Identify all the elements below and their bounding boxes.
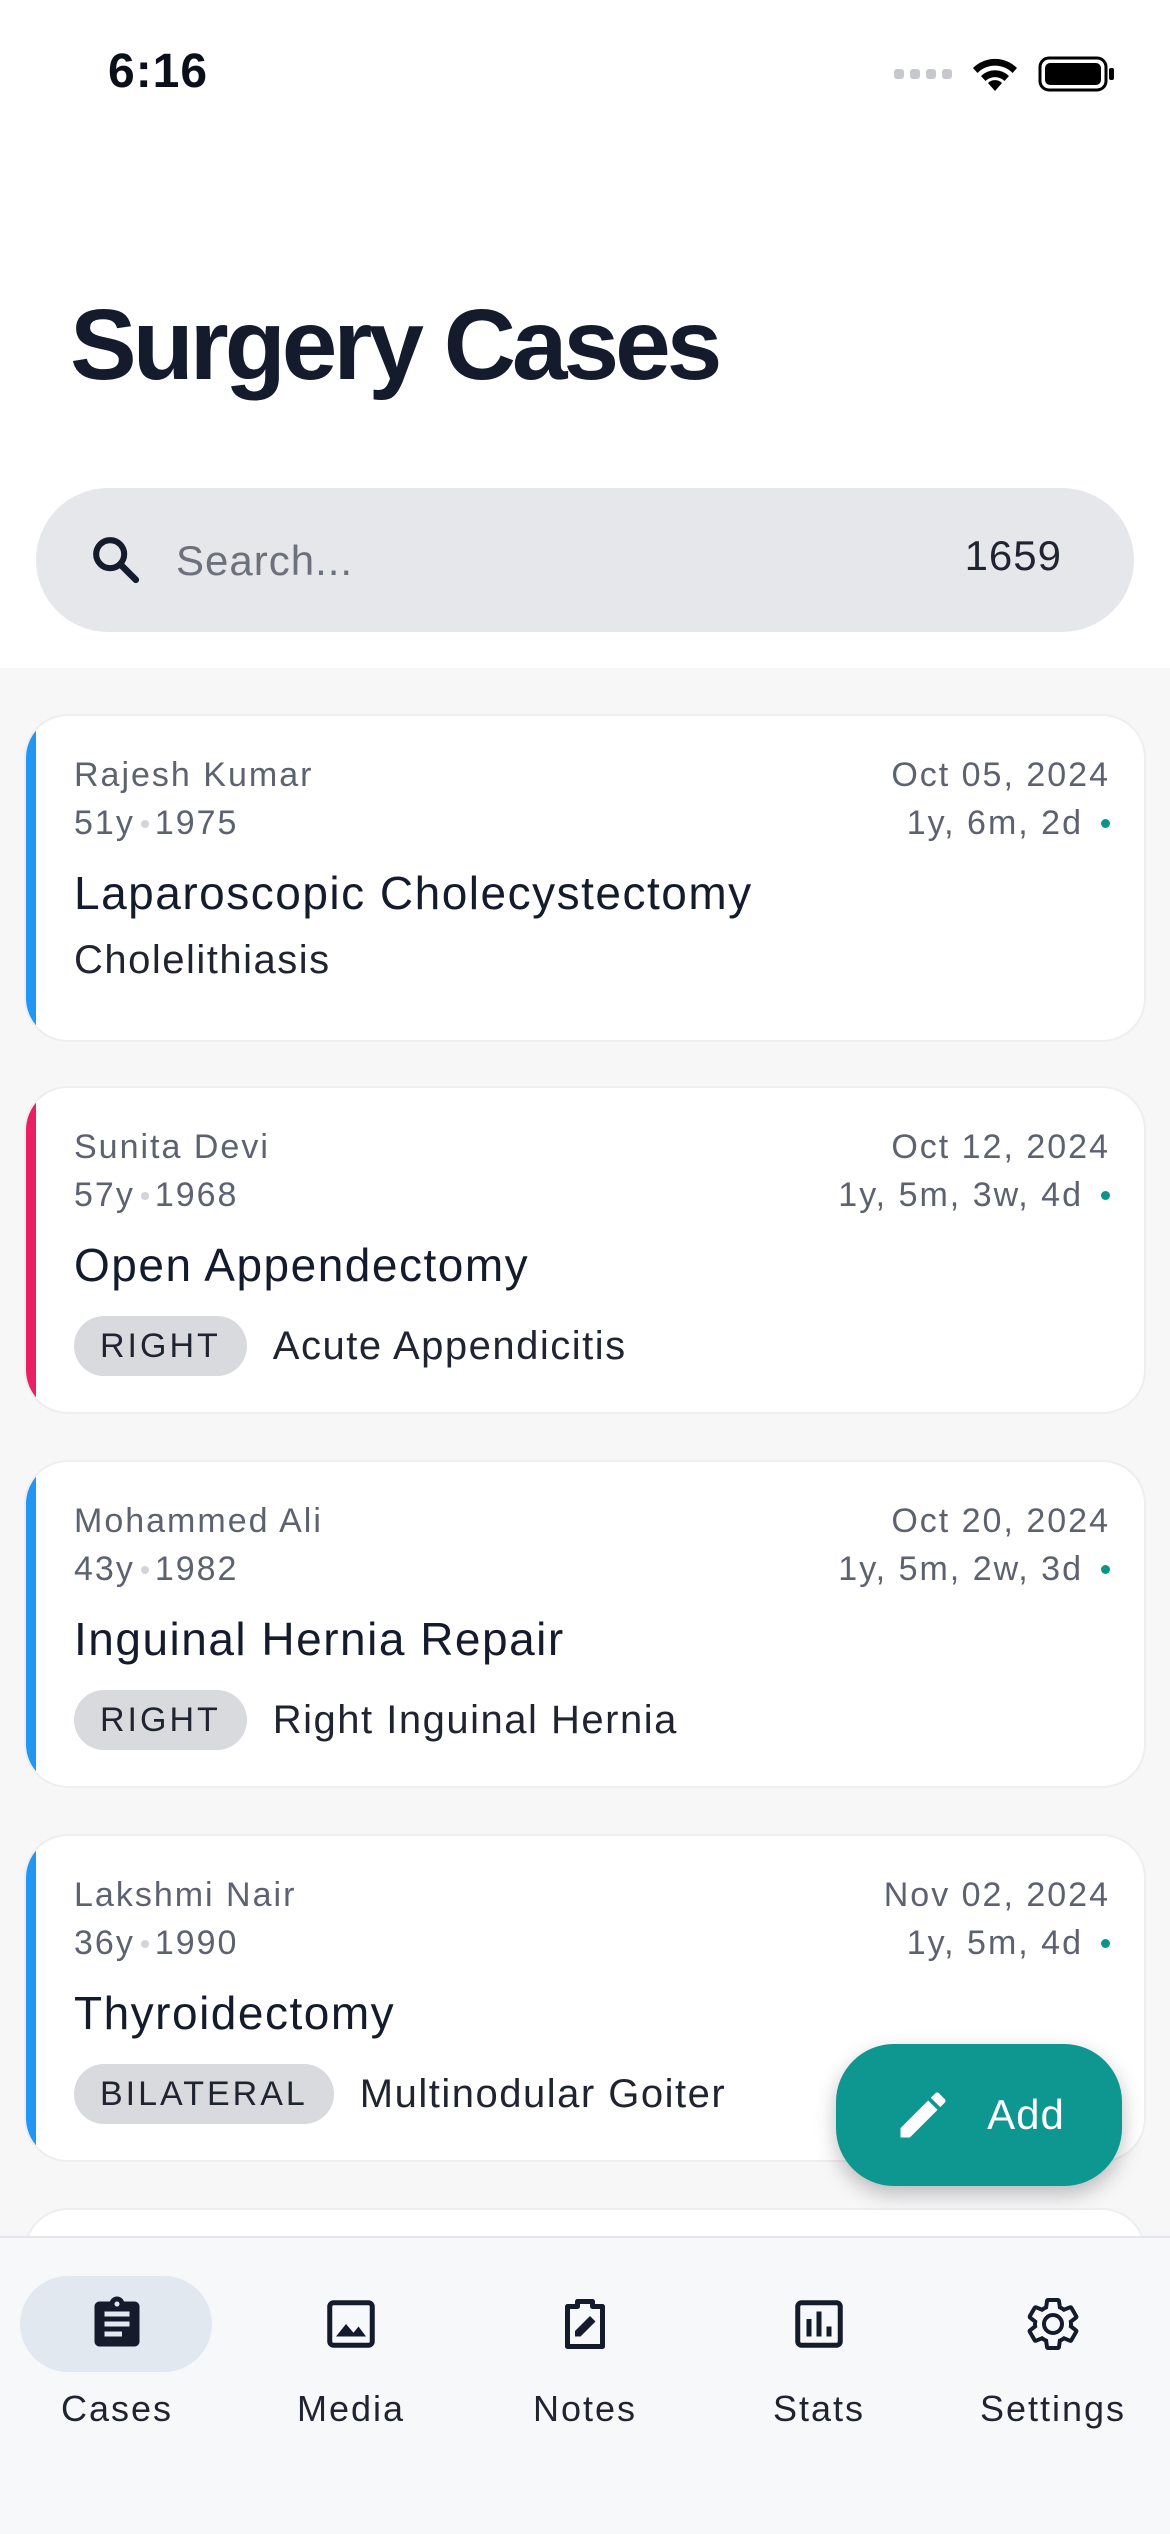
case-card[interactable] — [24, 2208, 1146, 2238]
card-accent-bar — [26, 1462, 36, 1786]
birth-year: 1990 — [154, 1924, 239, 1962]
nav-label: Notes — [532, 2388, 638, 2429]
diagnosis: Acute Appendicitis — [272, 1323, 627, 1368]
patient-age: 57y 1968 — [74, 1176, 238, 1215]
add-case-button[interactable]: Add — [836, 2044, 1122, 2186]
patient-name: Lakshmi Nair — [74, 1876, 297, 1914]
status-dot — [1101, 1939, 1110, 1948]
birth-year: 1975 — [154, 804, 239, 842]
patient-age: 36y 1990 — [74, 1924, 238, 1963]
age: 36y — [74, 1924, 135, 1962]
diagnosis: Multinodular Goiter — [359, 2071, 727, 2116]
status-dot — [1101, 1565, 1110, 1574]
diagnosis: Cholelithiasis — [74, 938, 331, 982]
diagnosis-row: RIGHT Acute Appendicitis — [74, 1316, 627, 1376]
pencil-icon — [900, 2092, 946, 2138]
status-icons — [894, 50, 1116, 98]
side-badge: RIGHT — [74, 1316, 247, 1376]
gear-icon — [1027, 2298, 1079, 2350]
age: 43y — [74, 1550, 135, 1588]
elapsed-time: 1y, 5m, 3w, 4d — [838, 1176, 1110, 1215]
card-accent-bar — [26, 1088, 36, 1412]
diagnosis-row: RIGHT Right Inguinal Hernia — [74, 1690, 678, 1750]
nav-item-cases[interactable]: Cases — [0, 2258, 234, 2458]
procedure-name: Thyroidectomy — [74, 1987, 396, 2039]
case-card[interactable]: Rajesh Kumar 51y 1975 Oct 05, 2024 1y, 6m… — [24, 714, 1146, 1042]
patient-name: Mohammed Ali — [74, 1502, 323, 1540]
nav-item-notes[interactable]: Notes — [468, 2258, 702, 2458]
case-card[interactable]: Sunita Devi 57y 1968 Oct 12, 2024 1y, 5m,… — [24, 1086, 1146, 1414]
card-accent-bar — [26, 1836, 36, 2160]
patient-age: 51y 1975 — [74, 804, 238, 843]
age: 51y — [74, 804, 135, 842]
surgery-date: Oct 05, 2024 — [891, 756, 1110, 794]
elapsed-text: 1y, 5m, 2w, 3d — [838, 1550, 1083, 1588]
wifi-icon — [973, 58, 1017, 91]
elapsed-text: 1y, 6m, 2d — [906, 804, 1083, 842]
card-accent-bar — [26, 716, 36, 1040]
search-input[interactable] — [174, 528, 938, 594]
elapsed-text: 1y, 5m, 3w, 4d — [838, 1176, 1083, 1214]
patient-name: Rajesh Kumar — [74, 756, 314, 794]
case-list[interactable]: Rajesh Kumar 51y 1975 Oct 05, 2024 1y, 6m… — [0, 668, 1170, 2238]
page-title: Surgery Cases — [70, 289, 722, 401]
bar-chart-icon — [795, 2300, 843, 2348]
nav-label: Media — [296, 2388, 406, 2429]
clipboard-icon — [94, 2296, 140, 2347]
bottom-nav: Cases Media Notes Stats Settings — [0, 2236, 1170, 2534]
surgery-date: Nov 02, 2024 — [883, 1876, 1110, 1914]
battery-icon — [1038, 56, 1114, 92]
status-dot — [1101, 819, 1110, 828]
search-icon — [93, 537, 140, 584]
image-icon — [327, 2300, 375, 2348]
diagnosis-row: BILATERAL Multinodular Goiter — [74, 2064, 726, 2124]
status-dot — [1101, 1191, 1110, 1200]
side-badge: BILATERAL — [74, 2064, 334, 2124]
status-time: 6:16 — [108, 45, 209, 98]
nav-label: Settings — [979, 2388, 1127, 2429]
patient-name: Sunita Devi — [74, 1128, 270, 1166]
status-bar: 6:16 — [0, 0, 1170, 140]
side-badge: RIGHT — [74, 1690, 247, 1750]
nav-label: Stats — [772, 2388, 866, 2429]
procedure-name: Laparoscopic Cholecystectomy — [74, 867, 753, 919]
add-button-label: Add — [987, 2091, 1065, 2138]
edit-note-icon — [565, 2299, 605, 2349]
cellular-signal-icon — [894, 69, 952, 79]
elapsed-time: 1y, 5m, 2w, 3d — [838, 1550, 1110, 1589]
search-bar[interactable]: 1659 — [36, 488, 1134, 632]
birth-year: 1982 — [154, 1550, 239, 1588]
nav-item-stats[interactable]: Stats — [702, 2258, 936, 2458]
elapsed-text: 1y, 5m, 4d — [906, 1924, 1083, 1962]
elapsed-time: 1y, 5m, 4d — [907, 1924, 1110, 1963]
surgery-date: Oct 20, 2024 — [891, 1502, 1110, 1540]
nav-item-settings[interactable]: Settings — [936, 2258, 1170, 2458]
case-count: 1659 — [964, 532, 1062, 579]
nav-item-media[interactable]: Media — [234, 2258, 468, 2458]
nav-label: Cases — [60, 2388, 174, 2429]
diagnosis-row: Cholelithiasis — [74, 938, 331, 983]
birth-year: 1968 — [154, 1176, 239, 1214]
elapsed-time: 1y, 6m, 2d — [907, 804, 1110, 843]
case-card[interactable]: Mohammed Ali 43y 1982 Oct 20, 2024 1y, 5m… — [24, 1460, 1146, 1788]
procedure-name: Inguinal Hernia Repair — [74, 1613, 565, 1665]
surgery-date: Oct 12, 2024 — [891, 1128, 1110, 1166]
patient-age: 43y 1982 — [74, 1550, 238, 1589]
procedure-name: Open Appendectomy — [74, 1239, 530, 1291]
diagnosis: Right Inguinal Hernia — [272, 1697, 678, 1742]
age: 57y — [74, 1176, 135, 1214]
